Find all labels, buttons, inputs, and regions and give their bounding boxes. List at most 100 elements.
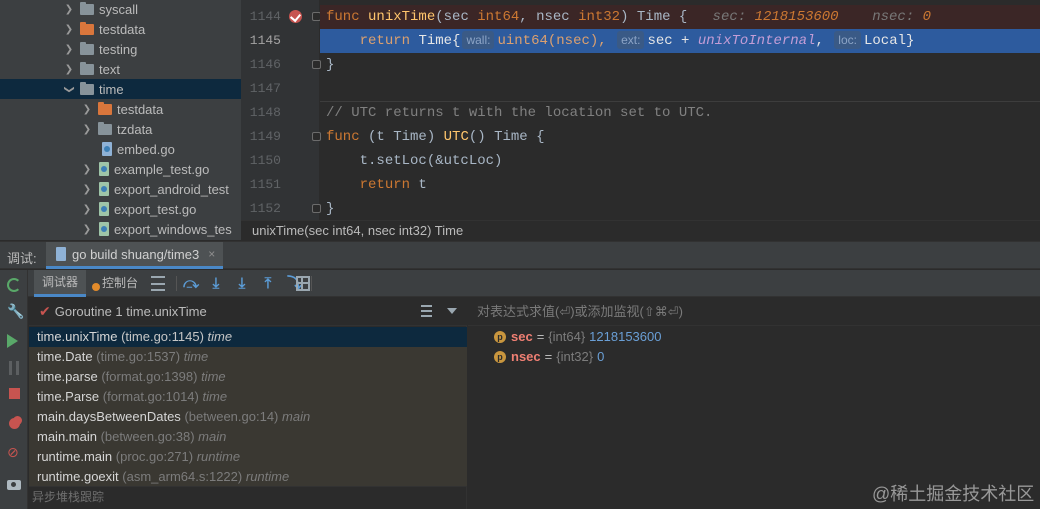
tab-debugger[interactable]: 调试器 xyxy=(34,270,87,297)
chevron-right-icon[interactable]: ❯ xyxy=(62,4,76,15)
step-out-icon[interactable]: ⤒ xyxy=(261,276,275,291)
code-text: (sec xyxy=(435,9,478,25)
chevron-right-icon[interactable]: ❯ xyxy=(80,124,94,135)
frame-name: time.parse xyxy=(37,369,98,384)
variable-value: 1218153600 xyxy=(589,329,662,344)
keyword: func xyxy=(326,9,360,25)
tree-item-testing[interactable]: ❯ testing xyxy=(0,39,241,59)
frame-location: (between.go:38) xyxy=(100,429,195,444)
code-line-1144[interactable]: func unixTime(sec int64, nsec int32) Tim… xyxy=(320,5,1040,29)
chevron-right-icon[interactable]: ❯ xyxy=(80,184,94,195)
code-text: ) xyxy=(620,9,637,25)
chevron-right-icon[interactable]: ❯ xyxy=(62,24,76,35)
frame-package: main xyxy=(198,429,227,444)
tree-item-text[interactable]: ❯ text xyxy=(0,59,241,79)
stack-frame[interactable]: time.Parse (format.go:1014) time xyxy=(29,387,467,407)
stack-frame[interactable]: runtime.goexit (asm_arm64.s:1222) runtim… xyxy=(29,467,467,487)
async-stack-trace-toggle[interactable]: 异步堆栈跟踪 xyxy=(29,486,467,509)
tree-item-tzdata[interactable]: ❯ tzdata xyxy=(0,119,241,139)
chevron-down-icon[interactable]: ❯ xyxy=(64,82,75,96)
editor-gutter[interactable]: 1144 1145 1146 1147 1148 1149 1150 1151 … xyxy=(241,0,321,220)
stack-frame[interactable]: main.main (between.go:38) main xyxy=(29,427,467,447)
breadcrumb[interactable]: unixTime(sec int64, nsec int32) Time xyxy=(241,220,1040,241)
toolbar-divider xyxy=(176,276,177,291)
code-line-1148[interactable]: // UTC returns t with the location set t… xyxy=(320,101,1040,125)
type-name: int64 xyxy=(477,9,520,25)
wrench-icon[interactable]: 🔧 xyxy=(7,304,24,318)
menu-icon[interactable] xyxy=(151,276,165,291)
tree-item-time[interactable]: ❯ time xyxy=(0,79,241,99)
tree-item-testdata[interactable]: ❯ testdata xyxy=(0,19,241,39)
tree-item-export-android-test[interactable]: ❯ export_android_test xyxy=(0,179,241,199)
inline-value: 1218153600 xyxy=(754,9,839,25)
chevron-right-icon[interactable]: ❯ xyxy=(80,104,94,115)
code-line-1151[interactable]: return t xyxy=(320,173,1040,197)
pause-icon[interactable] xyxy=(9,361,19,375)
code-line-1149[interactable]: func (t Time) UTC() Time { xyxy=(320,125,1040,149)
frame-name: time.unixTime xyxy=(37,329,118,344)
parameter-icon: p xyxy=(494,351,506,363)
step-into-icon[interactable]: ⤓ xyxy=(235,276,249,291)
chevron-right-icon[interactable]: ❯ xyxy=(80,204,94,215)
code-line-1147[interactable] xyxy=(320,77,1040,101)
table-icon[interactable] xyxy=(296,276,310,291)
tree-item-export-windows-test[interactable]: ❯ export_windows_tes xyxy=(0,219,241,239)
stack-frame[interactable]: time.unixTime (time.go:1145) time xyxy=(29,327,467,347)
resume-icon[interactable] xyxy=(7,334,18,348)
variables-panel: 对表达式求值(⏎)或添加监视(⇧⌘⏎) p sec = {int64} 1218… xyxy=(468,297,1040,509)
mute-breakpoints-icon[interactable]: ⊘ xyxy=(7,445,21,459)
variable-name: nsec xyxy=(511,349,541,364)
rerun-icon[interactable] xyxy=(7,278,21,292)
camera-icon[interactable] xyxy=(7,480,21,490)
parameter-hint: loc: xyxy=(834,31,861,49)
filter-icon[interactable] xyxy=(421,305,432,317)
keyword: return xyxy=(359,33,411,49)
code-line-1152[interactable]: } xyxy=(320,197,1040,220)
debug-session-tab[interactable]: go build shuang/time3 × xyxy=(46,242,224,269)
frame-location: (time.go:1145) xyxy=(121,329,204,344)
close-icon[interactable]: × xyxy=(208,247,215,261)
function-name: unixTime xyxy=(368,9,436,25)
stop-icon[interactable] xyxy=(9,388,20,399)
inline-value-nsec: nsec: 0 xyxy=(872,9,931,25)
variable-type: {int64} xyxy=(548,329,586,344)
code-text: Local} xyxy=(863,33,915,49)
code-line-1146[interactable]: } xyxy=(320,53,1040,77)
chevron-right-icon[interactable]: ❯ xyxy=(80,224,94,235)
chevron-right-icon[interactable]: ❯ xyxy=(62,44,76,55)
chevron-right-icon[interactable]: ❯ xyxy=(62,64,76,75)
code-line-1150[interactable]: t.setLoc(&utcLoc) xyxy=(320,149,1040,173)
code-line-1145[interactable]: return Time{wall: uint64(nsec), ext: sec +… xyxy=(320,29,1040,53)
tree-item-embed-go[interactable]: embed.go xyxy=(0,139,241,159)
step-over-icon[interactable]: ⤓ xyxy=(209,276,223,291)
code-comment: // UTC returns t with the location set t… xyxy=(326,105,713,121)
stack-frame[interactable]: runtime.main (proc.go:271) runtime xyxy=(29,447,467,467)
chevron-down-icon[interactable] xyxy=(447,308,457,314)
tree-item-syscall[interactable]: ❯ syscall xyxy=(0,0,241,19)
go-test-file-icon xyxy=(99,162,109,176)
tree-item-example-test[interactable]: ❯ example_test.go xyxy=(0,159,241,179)
stack-frame[interactable]: main.daysBetweenDates (between.go:14) ma… xyxy=(29,407,467,427)
code-text: Time{ xyxy=(418,33,461,49)
frame-name: time.Parse xyxy=(37,389,100,404)
line-number: 1147 xyxy=(249,81,281,96)
stack-frame[interactable]: time.Date (time.go:1537) time xyxy=(29,347,467,367)
folder-icon xyxy=(80,61,94,75)
goroutine-selector[interactable]: ✔ Goroutine 1 time.unixTime xyxy=(29,297,467,326)
breakpoint-icon[interactable] xyxy=(289,10,302,23)
variable-row[interactable]: p nsec = {int32} 0 xyxy=(494,347,604,367)
inline-label: sec: xyxy=(712,9,755,25)
stack-frame[interactable]: time.parse (format.go:1398) time xyxy=(29,367,467,387)
tree-item-label: example_test.go xyxy=(114,161,210,177)
parameter-icon: p xyxy=(494,331,506,343)
code-editor[interactable]: 1144 1145 1146 1147 1148 1149 1150 1151 … xyxy=(241,0,1040,220)
chevron-right-icon[interactable]: ❯ xyxy=(80,164,94,175)
view-breakpoints-icon[interactable] xyxy=(9,418,20,429)
tab-console[interactable]: 控制台 xyxy=(92,270,138,297)
variable-row[interactable]: p sec = {int64} 1218153600 xyxy=(494,327,661,347)
tree-item-time-testdata[interactable]: ❯ testdata xyxy=(0,99,241,119)
tree-item-export-test[interactable]: ❯ export_test.go xyxy=(0,199,241,219)
show-execution-point-icon[interactable]: ⤼ xyxy=(183,276,199,291)
inline-value: 0 xyxy=(922,9,932,25)
evaluate-expression-input[interactable]: 对表达式求值(⏎)或添加监视(⇧⌘⏎) xyxy=(468,297,1040,326)
